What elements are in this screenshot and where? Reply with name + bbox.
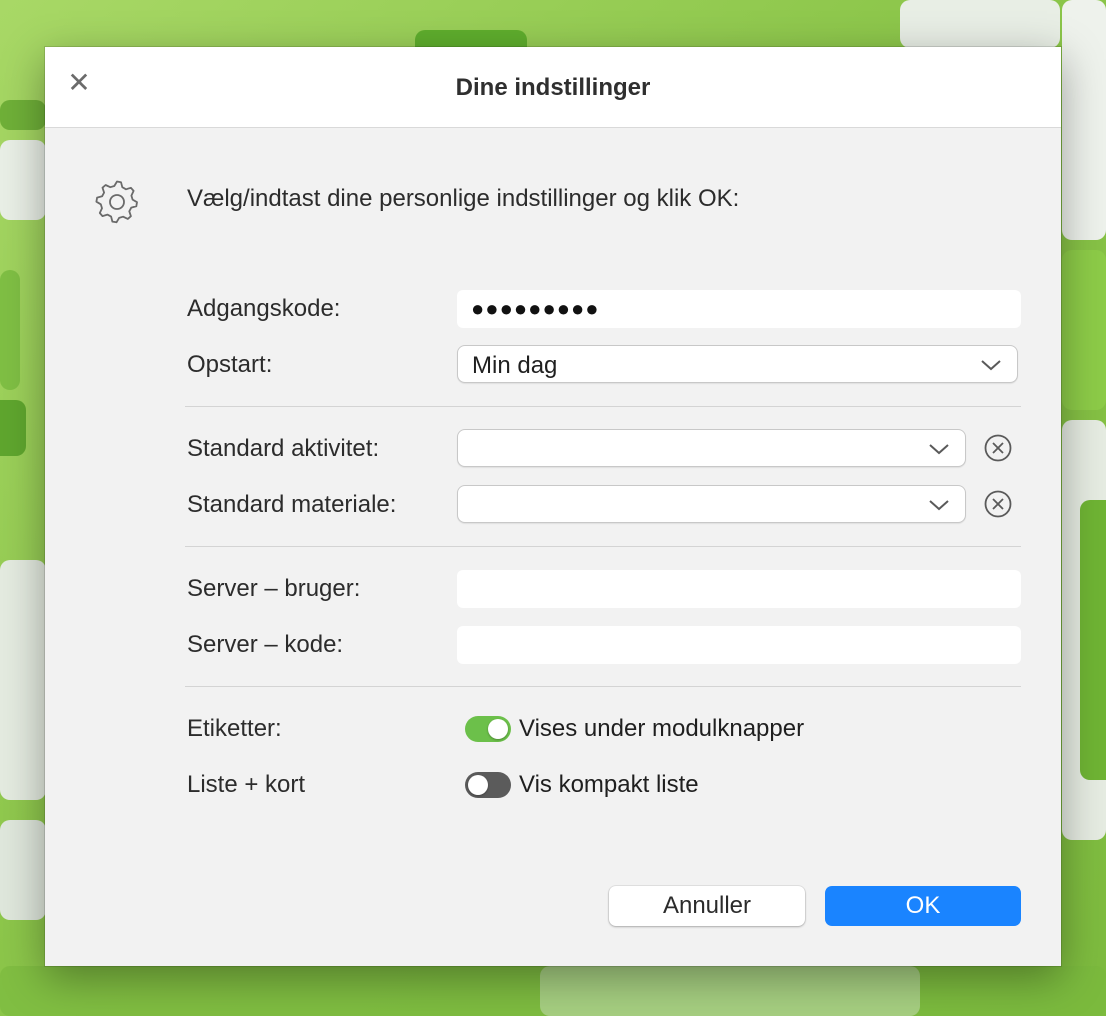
default-material-label: Standard materiale: [187,491,397,518]
intro-text: Vælg/indtast dine personlige indstilling… [187,185,740,212]
background-shape [0,400,26,456]
server-user-field[interactable] [457,570,1021,608]
toggle-knob [468,775,488,795]
background-shape [1080,500,1106,780]
background-shape [1062,0,1106,240]
clear-circle-icon[interactable] [983,433,1013,463]
background-shape [0,140,46,220]
background-shape [0,820,46,920]
background-shape [0,100,46,130]
password-label: Adgangskode: [187,295,341,322]
section-divider [185,546,1021,547]
startup-value: Min dag [472,352,558,379]
dialog-titlebar: ✕ Dine indstillinger [45,47,1061,128]
compact-list-toggle-text[interactable]: Vis kompakt liste [519,771,699,799]
default-activity-select[interactable] [457,429,966,467]
settings-dialog: ✕ Dine indstillinger Vælg/indtast dine p… [45,47,1061,966]
cancel-button[interactable]: Annuller [609,886,805,926]
server-user-label: Server – bruger: [187,575,361,602]
server-code-field[interactable] [457,626,1021,664]
section-divider [185,406,1021,407]
chevron-down-icon [981,360,1001,371]
ok-button[interactable]: OK [825,886,1021,926]
chevron-down-icon [929,444,949,455]
compact-list-toggle[interactable] [465,772,511,798]
default-activity-label: Standard aktivitet: [187,435,380,462]
default-material-select[interactable] [457,485,966,523]
dialog-title: Dine indstillinger [455,74,651,101]
background-shape [0,560,46,800]
labels-toggle-text[interactable]: Vises under modulknapper [519,715,804,743]
section-divider [185,686,1021,687]
clear-circle-icon[interactable] [983,489,1013,519]
background-shape [1062,250,1106,410]
server-code-label: Server – kode: [187,631,344,658]
labels-label: Etiketter: [187,715,282,742]
startup-label: Opstart: [187,351,273,378]
toggle-knob [488,719,508,739]
chevron-down-icon [929,500,949,511]
background-shape [0,966,1106,1016]
labels-toggle[interactable] [465,716,511,742]
background-shape [900,0,1060,48]
gear-icon [95,180,138,224]
password-field[interactable]: ●●●●●●●●● [457,290,1021,328]
background-shape [0,270,20,390]
list-card-label: Liste + kort [187,771,306,798]
startup-select[interactable]: Min dag [457,345,1018,383]
